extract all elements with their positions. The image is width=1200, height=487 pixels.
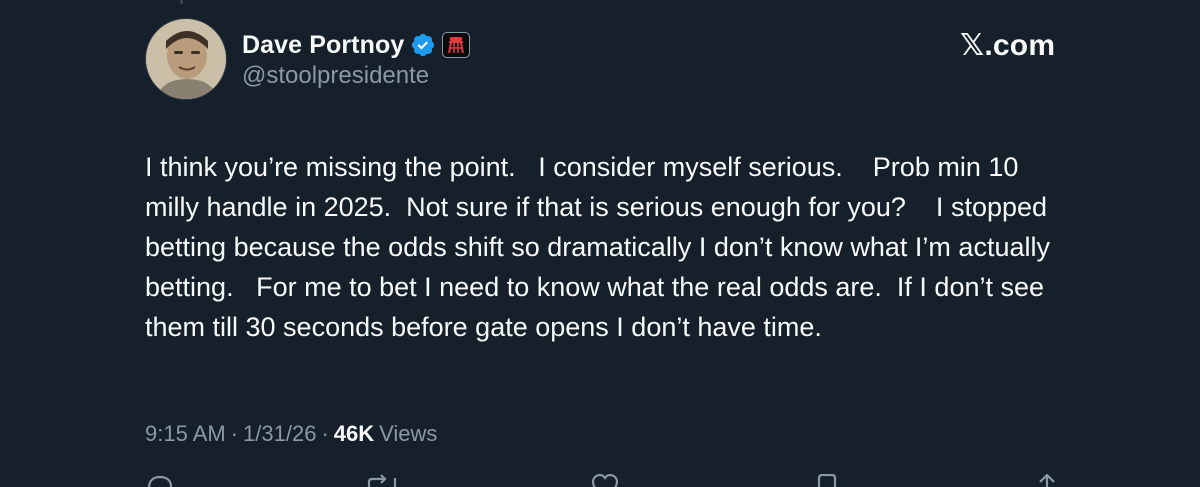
meta-separator: ·	[321, 421, 329, 446]
tweet-date[interactable]: 1/31/26	[243, 421, 316, 447]
views-count[interactable]: 46K	[334, 421, 374, 447]
avatar[interactable]	[145, 18, 227, 100]
tweet-card: Dave Portnoy @stoolpresidente 𝕏.com I th…	[0, 0, 1200, 487]
like-count-placeholder	[635, 474, 659, 487]
barstool-badge-icon[interactable]	[442, 32, 471, 58]
x-logo[interactable]: 𝕏.com	[960, 28, 1055, 63]
tweet-actions	[145, 474, 1055, 487]
thread-line	[180, 0, 183, 4]
repost-count-placeholder	[410, 474, 424, 487]
author-display-name[interactable]: Dave Portnoy	[242, 31, 404, 60]
author-name-row: Dave Portnoy	[242, 28, 471, 62]
previous-tweet-fragment	[150, 0, 710, 4]
share-icon[interactable]	[1035, 474, 1059, 487]
reply-count-placeholder	[185, 474, 199, 487]
views-label: Views	[379, 421, 438, 446]
verified-badge-icon[interactable]	[410, 32, 436, 58]
repost-icon[interactable]	[365, 474, 399, 487]
like-icon[interactable]	[590, 474, 620, 487]
tweet-meta: 9:15 AM · 1/31/26 · 46K Views	[145, 421, 437, 447]
tweet-time[interactable]: 9:15 AM	[145, 421, 226, 447]
author-handle[interactable]: @stoolpresidente	[242, 62, 429, 90]
reply-icon[interactable]	[145, 474, 175, 487]
bookmark-icon[interactable]	[815, 474, 839, 487]
avatar-portrait-icon	[146, 19, 226, 99]
tweet-text: I think you’re missing the point. I cons…	[145, 152, 1058, 342]
meta-separator: ·	[230, 421, 239, 446]
